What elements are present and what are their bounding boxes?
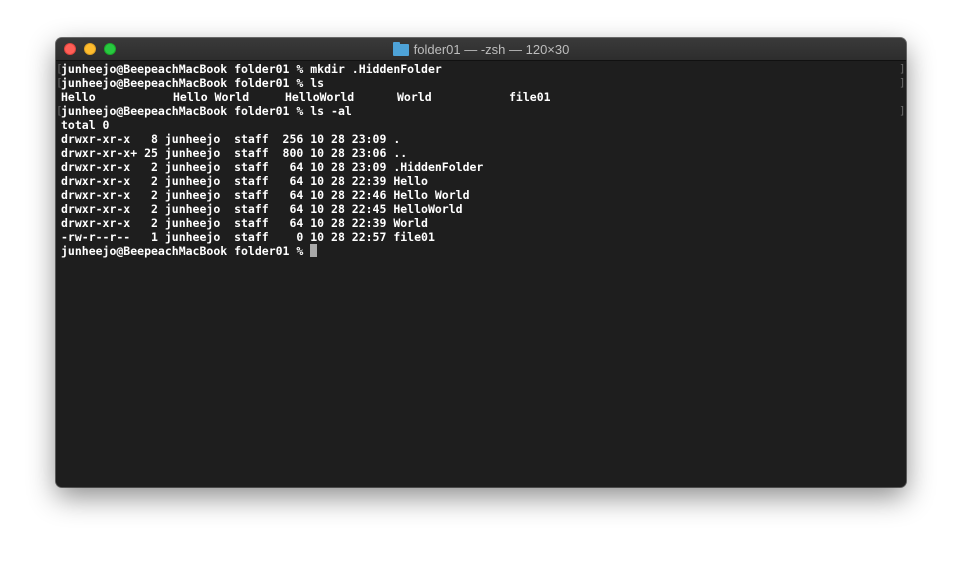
listing-row: drwxr-xr-x 2 junheejo staff 64 10 28 22:… bbox=[61, 216, 428, 230]
command: ls bbox=[310, 76, 325, 90]
ls-entry: Hello World bbox=[173, 90, 250, 104]
prompt: junheejo@BeepeachMacBook folder01 % bbox=[61, 104, 311, 118]
listing-row: drwxr-xr-x 8 junheejo staff 256 10 28 23… bbox=[61, 132, 401, 146]
ls-entry: Hello bbox=[61, 90, 96, 104]
listing-row: drwxr-xr-x 2 junheejo staff 64 10 28 22:… bbox=[61, 174, 428, 188]
prompt: junheejo@BeepeachMacBook folder01 % bbox=[61, 62, 311, 76]
prompt: junheejo@BeepeachMacBook folder01 % bbox=[61, 244, 311, 258]
terminal-window: folder01 — -zsh — 120×30 [ junheejo@Beep… bbox=[56, 38, 906, 487]
text-cursor bbox=[310, 244, 318, 257]
command-line: junheejo@BeepeachMacBook folder01 % ls -… bbox=[61, 104, 352, 118]
prompt: junheejo@BeepeachMacBook folder01 % bbox=[61, 76, 311, 90]
window-title: folder01 — -zsh — 120×30 bbox=[56, 38, 906, 60]
total-line: total 0 bbox=[61, 118, 110, 132]
ls-entry: HelloWorld bbox=[285, 90, 355, 104]
title-bar[interactable]: folder01 — -zsh — 120×30 bbox=[56, 38, 906, 61]
mark-right: ] bbox=[899, 62, 906, 75]
listing-row: drwxr-xr-x 2 junheejo staff 64 10 28 23:… bbox=[61, 160, 484, 174]
mark-right: ] bbox=[899, 104, 906, 117]
current-prompt-line[interactable]: junheejo@BeepeachMacBook folder01 % bbox=[61, 244, 318, 258]
command-line: junheejo@BeepeachMacBook folder01 % mkdi… bbox=[61, 62, 442, 76]
listing-row: drwxr-xr-x 2 junheejo staff 64 10 28 22:… bbox=[61, 202, 463, 216]
listing-row: -rw-r--r-- 1 junheejo staff 0 10 28 22:5… bbox=[61, 230, 435, 244]
folder-icon bbox=[392, 41, 409, 56]
ls-entry: World bbox=[397, 90, 432, 104]
ls-entry: file01 bbox=[509, 90, 551, 104]
terminal-content[interactable]: [ junheejo@BeepeachMacBook folder01 % mk… bbox=[56, 61, 906, 487]
ls-output: Hello Hello World HelloWorld World file01 bbox=[61, 90, 551, 104]
window-title-text: folder01 — -zsh — 120×30 bbox=[413, 41, 570, 57]
mark-right: ] bbox=[899, 76, 906, 89]
listing-row: drwxr-xr-x 2 junheejo staff 64 10 28 22:… bbox=[61, 188, 470, 202]
listing-row: drwxr-xr-x+ 25 junheejo staff 800 10 28 … bbox=[61, 146, 408, 160]
command: ls -al bbox=[310, 104, 352, 118]
command-line: junheejo@BeepeachMacBook folder01 % ls bbox=[61, 76, 324, 90]
command: mkdir .HiddenFolder bbox=[310, 62, 442, 76]
